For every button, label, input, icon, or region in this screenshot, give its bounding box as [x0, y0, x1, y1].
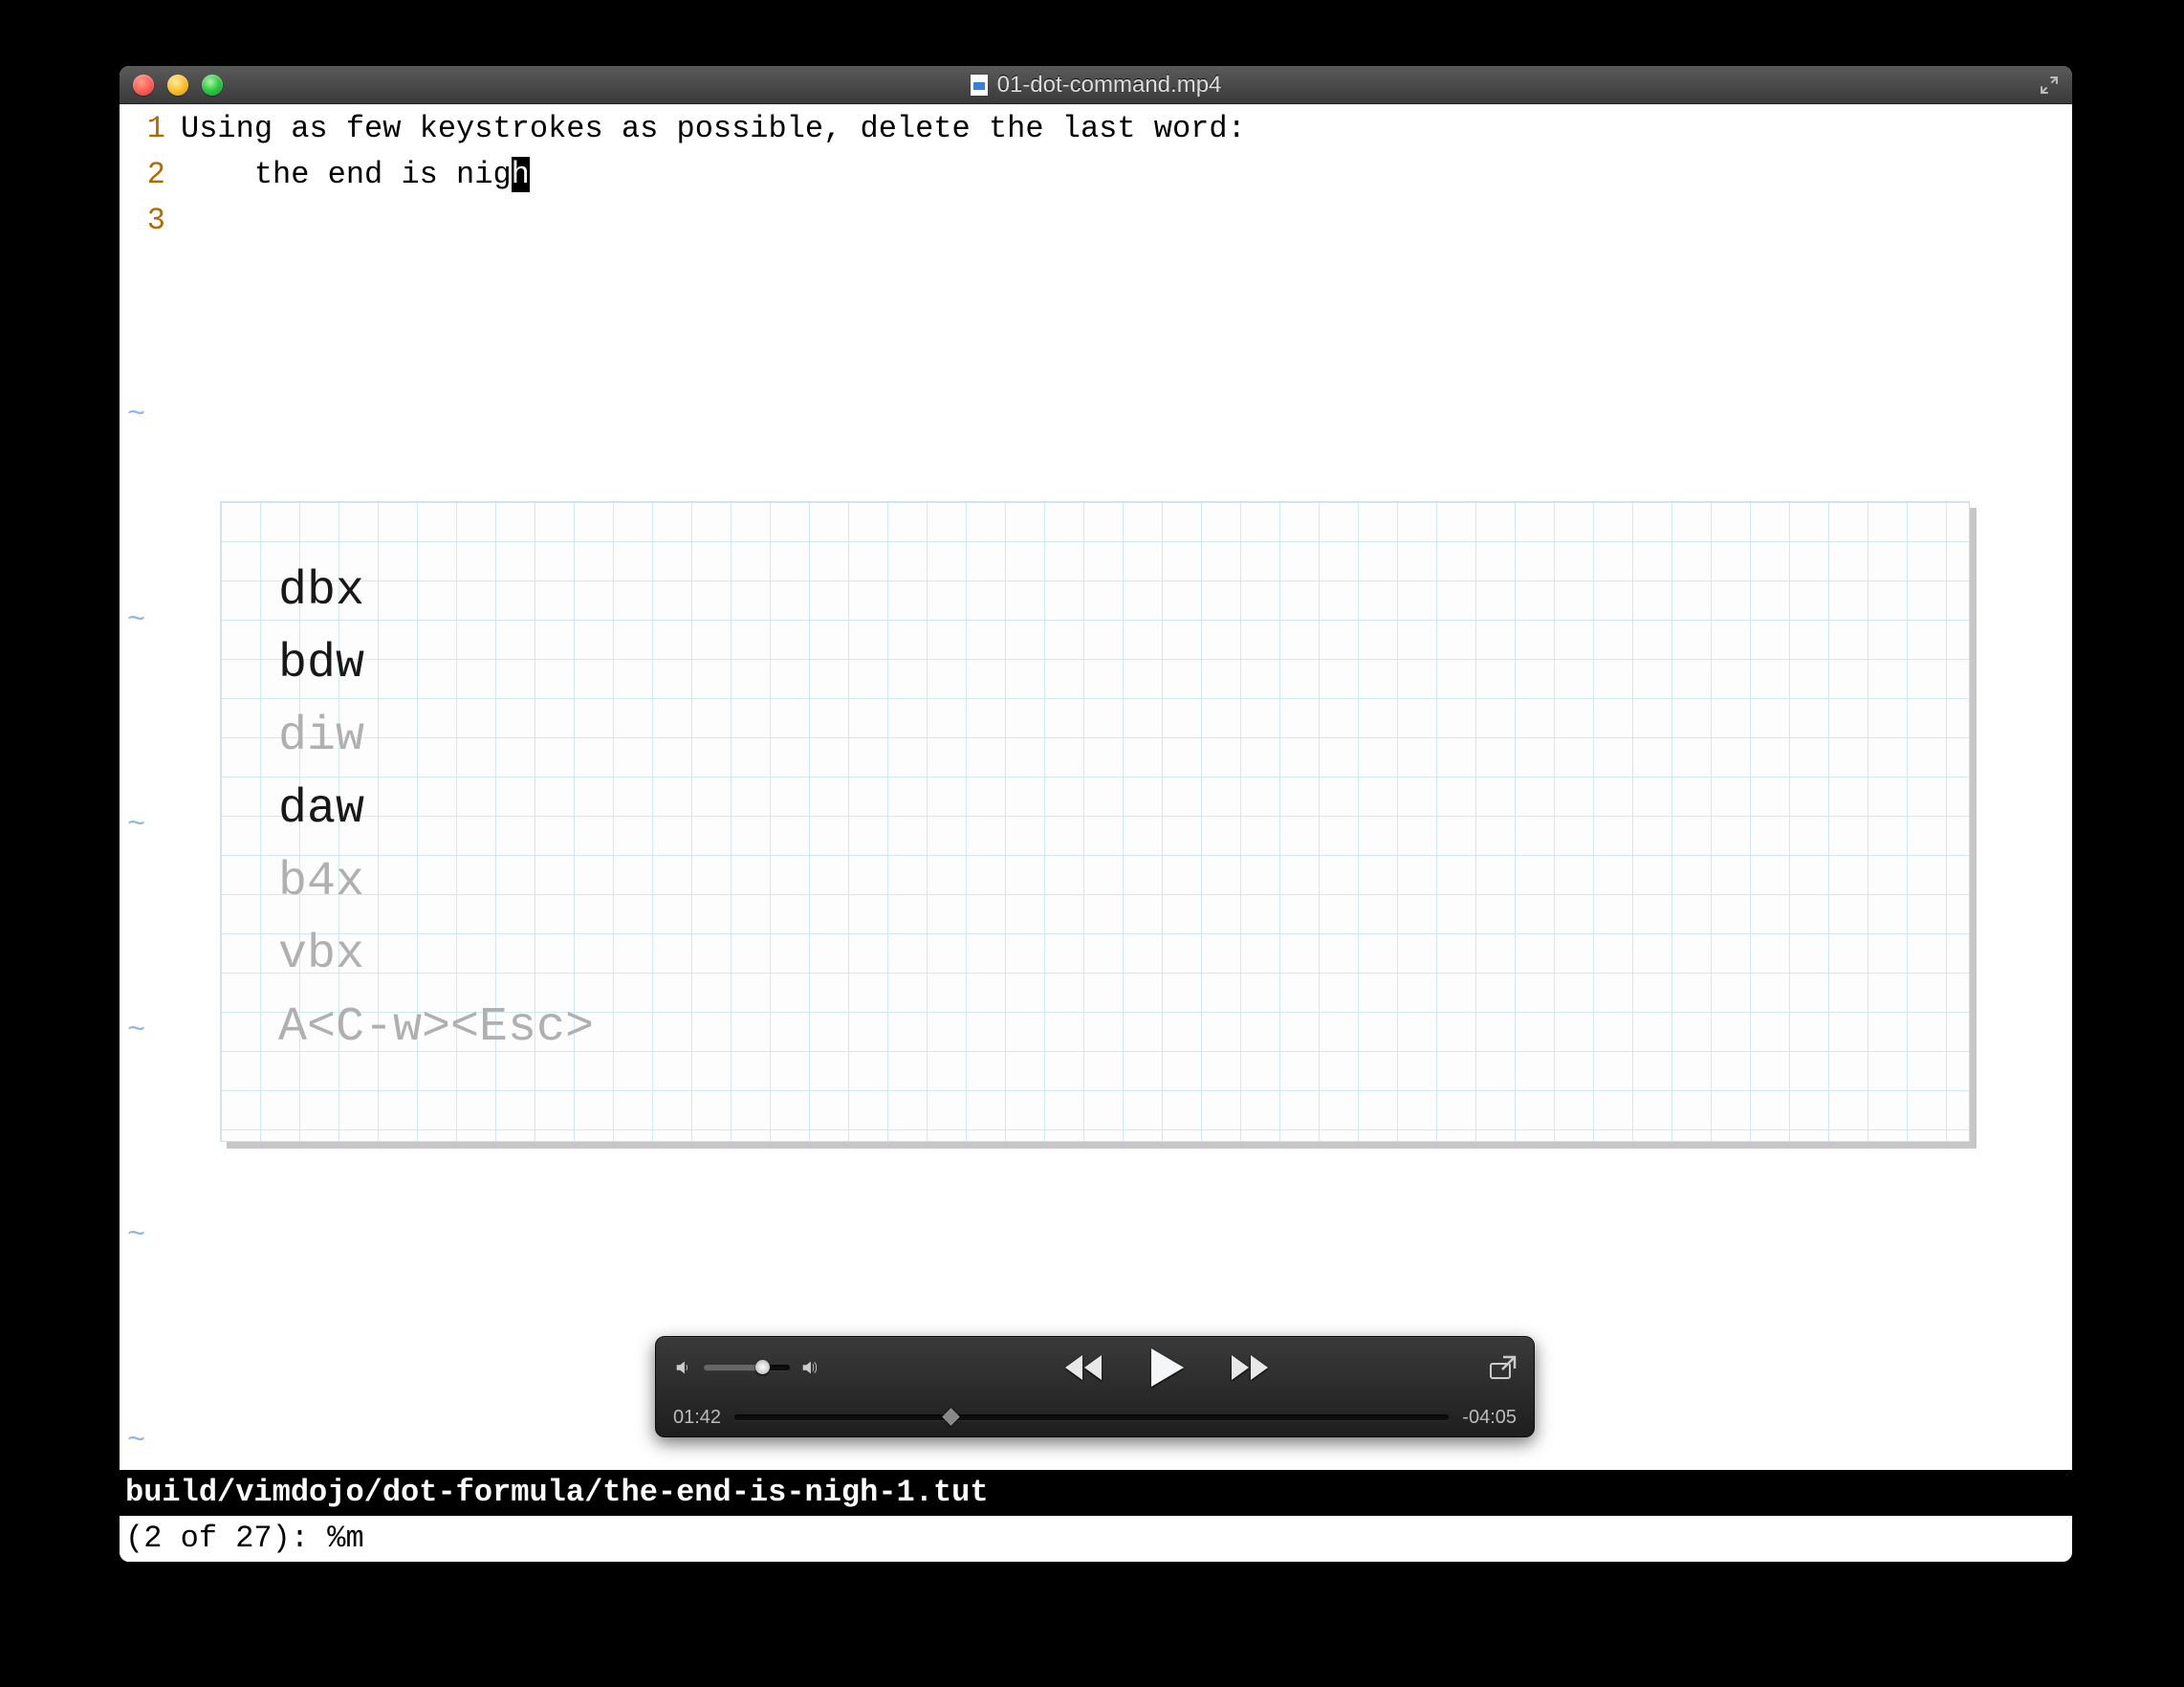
fullscreen-button[interactable] — [2038, 74, 2061, 97]
remaining-time: -04:05 — [1462, 1407, 1517, 1429]
media-controls: 01:42 -04:05 — [655, 1336, 1535, 1437]
share-button[interactable] — [1488, 1354, 1517, 1381]
close-button[interactable] — [133, 75, 154, 96]
volume-low-icon — [673, 1357, 694, 1378]
list-item: bdw — [278, 628, 1911, 701]
scrub-bar[interactable] — [734, 1414, 1449, 1420]
volume-control[interactable] — [673, 1357, 864, 1378]
list-item: diw — [278, 701, 1911, 774]
scrub-thumb[interactable] — [942, 1408, 959, 1425]
zoom-button[interactable] — [202, 75, 223, 96]
line-number-gutter: 1 2 3 — [120, 106, 173, 244]
window-title: 01-dot-command.mp4 — [997, 72, 1222, 99]
list-item: b4x — [278, 846, 1911, 919]
vim-status-filename: build/vimdojo/dot-formula/the-end-is-nig… — [120, 1470, 2072, 1516]
volume-slider[interactable] — [704, 1365, 790, 1370]
cursor: h — [512, 157, 530, 192]
vim-editor-view: 1 2 3 Using as few keystrokes as possibl… — [120, 104, 2072, 1470]
minimize-button[interactable] — [167, 75, 188, 96]
list-item: A<C-w><Esc> — [278, 992, 1911, 1064]
line-number: 3 — [120, 198, 165, 244]
code-area: Using as few keystrokes as possible, del… — [181, 106, 2063, 198]
keystroke-list-panel: dbx bdw diw daw b4x vbx A<C-w><Esc> — [220, 501, 1970, 1142]
volume-high-icon — [799, 1357, 820, 1378]
fast-forward-button[interactable] — [1228, 1351, 1270, 1384]
vim-status-message: (2 of 27): %m — [120, 1516, 2072, 1562]
video-player-window: 01-dot-command.mp4 1 2 3 Using as few ke… — [120, 66, 2072, 1562]
list-item: vbx — [278, 919, 1911, 992]
line-number: 1 — [120, 106, 165, 152]
elapsed-time: 01:42 — [673, 1407, 721, 1429]
volume-thumb[interactable] — [755, 1360, 770, 1374]
window-titlebar: 01-dot-command.mp4 — [120, 66, 2072, 104]
play-button[interactable] — [1147, 1347, 1186, 1389]
list-item: dbx — [278, 556, 1911, 628]
line-number: 2 — [120, 152, 165, 198]
window-controls — [120, 75, 223, 96]
list-item: daw — [278, 774, 1911, 846]
code-line: the end is nigh — [181, 152, 2063, 198]
rewind-button[interactable] — [1063, 1351, 1105, 1384]
code-line: Using as few keystrokes as possible, del… — [181, 106, 2063, 152]
document-icon — [971, 75, 988, 96]
